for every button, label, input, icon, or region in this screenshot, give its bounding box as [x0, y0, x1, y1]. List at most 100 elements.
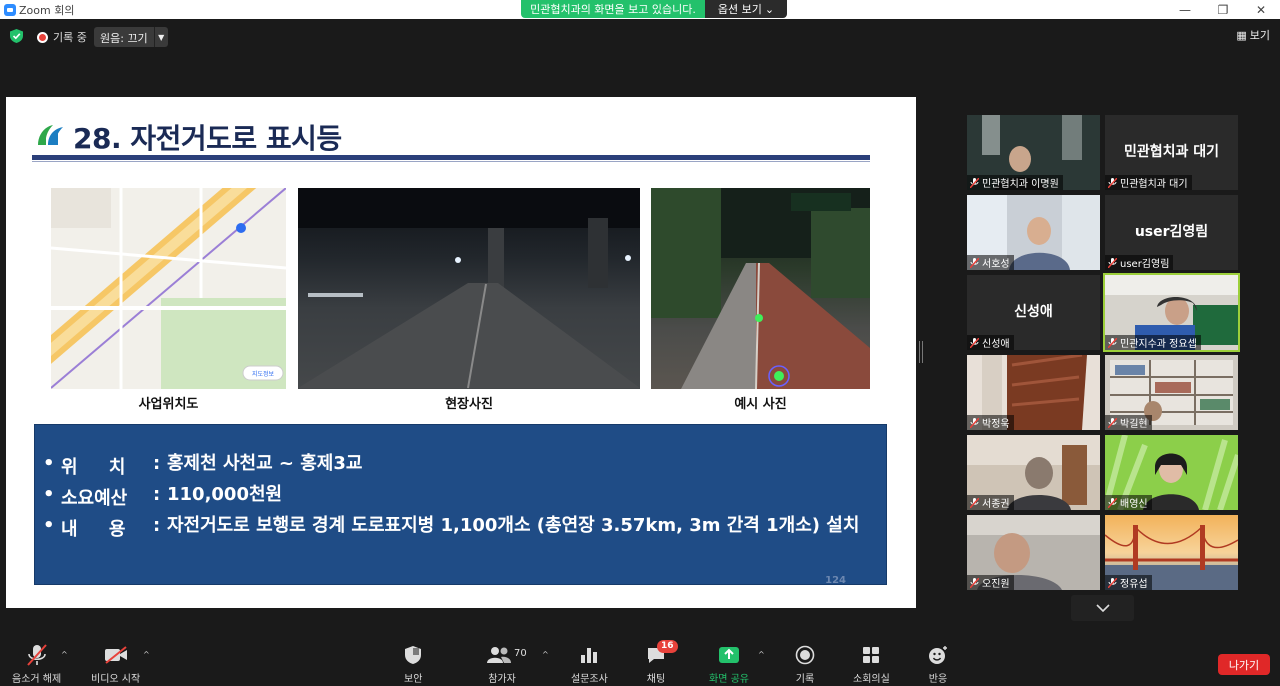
window-title: Zoom 회의: [19, 4, 75, 17]
participant-name: 박정욱: [967, 415, 1014, 430]
info-row-content: • 내 용 : 자전거도로 보행로 경계 도로표지병 1,100개소 (총연장 …: [43, 511, 882, 541]
info-colon: :: [153, 484, 161, 505]
original-sound-toggle[interactable]: 원음: 끄기 ▼: [94, 27, 168, 47]
participant-name: 서종권: [967, 495, 1014, 510]
zoom-logo-icon: [4, 4, 16, 16]
share-screen-button[interactable]: 화면 공유: [709, 642, 749, 685]
participants-button[interactable]: 70 참가자: [487, 642, 527, 685]
title-divider: [32, 155, 870, 160]
share-screen-icon: [718, 647, 739, 663]
participant-display-name: user김영림: [1134, 224, 1209, 240]
district-logo-icon: [38, 125, 63, 145]
close-window-button[interactable]: ✕: [1242, 0, 1280, 19]
participant-tile[interactable]: 박정욱: [967, 355, 1100, 430]
mic-muted-icon: [1108, 417, 1117, 428]
participant-tile[interactable]: 서종권: [967, 435, 1100, 510]
participant-count: 70: [514, 648, 527, 659]
chevron-down-icon: ⌄: [764, 2, 775, 16]
participant-tile[interactable]: 서호성: [967, 195, 1100, 270]
panel-resize-handle[interactable]: [919, 341, 923, 363]
participant-name: 배영신: [1105, 495, 1152, 510]
participant-name: user김영림: [1105, 255, 1174, 270]
chevron-down-icon: [1095, 604, 1110, 612]
participants-icon: [487, 647, 511, 663]
unmute-label: 음소거 해제: [12, 674, 62, 685]
share-message: 민관협치과의 화면을 보고 있습니다.: [521, 0, 705, 18]
breakout-rooms-button[interactable]: 소회의실: [853, 642, 890, 685]
video-options-caret[interactable]: ^: [143, 650, 150, 659]
minimize-button[interactable]: —: [1166, 0, 1204, 19]
polls-label: 설문조사: [571, 674, 608, 685]
info-value: 홍제천 사천교 ~ 홍제3교: [167, 453, 363, 474]
maximize-button[interactable]: ❐: [1204, 0, 1242, 19]
mic-muted-icon: [1108, 257, 1117, 268]
participant-tile[interactable]: 민관협치과 대기 민관협치과 대기: [1105, 115, 1238, 190]
recording-indicator[interactable]: 기록 중: [37, 29, 87, 45]
participant-display-name: 신성애: [1014, 304, 1053, 320]
view-button[interactable]: ▦ 보기: [1236, 27, 1270, 43]
participant-tile[interactable]: user김영림 user김영림: [1105, 195, 1238, 270]
leave-meeting-button[interactable]: 나가기: [1218, 654, 1270, 675]
info-row-location: • 위 치 : 홍제천 사천교 ~ 홍제3교: [43, 453, 882, 479]
participant-name: 민관협치과 대기: [1105, 175, 1192, 190]
caption-example-photo: 예시 사진: [734, 397, 787, 412]
slide-title: 28. 자전거도로 표시등: [73, 122, 342, 155]
participant-tile[interactable]: 배영신: [1105, 435, 1238, 510]
encryption-shield-icon[interactable]: [10, 29, 23, 43]
unmute-button[interactable]: 음소거 해제: [12, 642, 61, 685]
participant-name: 신성애: [967, 335, 1014, 350]
participant-name: 민관지수과 정요셉: [1105, 335, 1201, 350]
bullet: •: [43, 515, 55, 536]
bullet: •: [43, 484, 55, 505]
mic-muted-icon: [1108, 337, 1117, 348]
reactions-button[interactable]: 반응: [928, 642, 948, 685]
recording-label: 기록 중: [53, 31, 87, 44]
slide-page-number: 124: [825, 575, 846, 586]
participant-tile[interactable]: 정유섭: [1105, 515, 1238, 590]
participant-tile[interactable]: 박길현: [1105, 355, 1238, 430]
title-divider-thin: [32, 161, 870, 162]
record-label: 기록: [795, 674, 815, 685]
caption-site-photo: 현장사진: [445, 397, 493, 412]
info-value: 자전거도로 보행로 경계 도로표지병 1,100개소 (총연장 3.57km, …: [167, 515, 860, 536]
info-key: 소요예산: [61, 488, 128, 509]
mic-muted-icon: [970, 577, 979, 588]
share-screen-label: 화면 공유: [709, 674, 749, 685]
mic-muted-icon: [970, 177, 979, 188]
participants-options-caret[interactable]: ^: [542, 650, 549, 659]
view-options-label: 옵션 보기: [717, 3, 762, 16]
participant-tile[interactable]: 민관협치과 이명원: [967, 115, 1100, 190]
reaction-smiley-icon: [929, 646, 947, 664]
screen-share-banner: 민관협치과의 화면을 보고 있습니다. 옵션 보기 ⌄: [521, 0, 787, 18]
start-video-label: 비디오 시작: [91, 674, 141, 685]
security-label: 보안: [404, 674, 423, 685]
polls-button[interactable]: 설문조사: [571, 642, 608, 685]
view-options-button[interactable]: 옵션 보기 ⌄: [705, 0, 787, 18]
gallery-next-page-button[interactable]: [1071, 595, 1134, 621]
caption-location-map: 사업위치도: [138, 397, 199, 412]
participant-tile[interactable]: 오진원: [967, 515, 1100, 590]
participant-name: 민관협치과 이명원: [967, 175, 1063, 190]
record-button[interactable]: 기록: [795, 642, 815, 685]
info-key: 내 용: [61, 519, 126, 540]
video-off-icon: [104, 646, 127, 664]
chat-button[interactable]: 16 채팅: [646, 640, 678, 685]
security-button[interactable]: 보안: [404, 642, 422, 685]
info-key: 위 치: [61, 457, 126, 478]
start-video-button[interactable]: 비디오 시작: [91, 642, 140, 685]
map-info-sign: 지도정보: [252, 370, 275, 378]
info-colon: :: [153, 515, 161, 536]
participants-label: 참가자: [488, 674, 516, 685]
caret-down-icon[interactable]: ▼: [153, 27, 168, 47]
shared-slide: 28. 자전거도로 표시등 지도정보 사업위치도 현장사진 예시 사진 • 위 …: [6, 97, 916, 608]
poll-chart-icon: [581, 648, 598, 663]
participant-tile-active-speaker[interactable]: 민관지수과 정요셉: [1103, 273, 1240, 352]
audio-options-caret[interactable]: ^: [61, 650, 68, 659]
info-value: 110,000천원: [167, 484, 283, 505]
mic-muted-icon: [970, 257, 979, 268]
app-title: Zoom 회의: [4, 2, 74, 18]
participant-tile[interactable]: 신성애 신성애: [967, 275, 1100, 350]
mic-muted-icon: [1108, 577, 1117, 588]
share-options-caret[interactable]: ^: [758, 650, 765, 659]
participant-name: 박길현: [1105, 415, 1152, 430]
